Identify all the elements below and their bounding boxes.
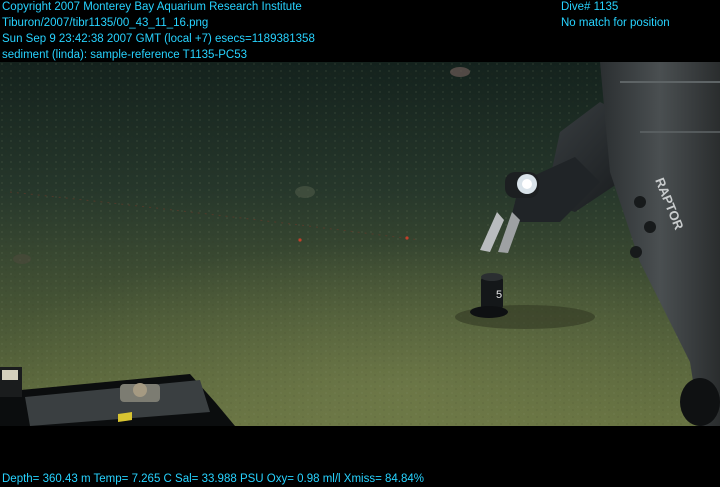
timestamp-line: Sun Sep 9 23:42:38 2007 GMT (local +7) e…	[2, 33, 315, 45]
seafloor-video-frame: 5 RAPTOR	[0, 62, 720, 426]
image-path-line: Tiburon/2007/tibr1135/00_43_11_16.png	[2, 17, 209, 29]
red-speck	[298, 238, 302, 242]
vehicle-wheel	[680, 378, 720, 426]
telemetry-readout: Depth= 360.43 m Temp= 7.265 C Sal= 33.98…	[2, 473, 425, 485]
dive-info-block: Dive# 1135 No match for position	[561, 0, 670, 31]
drifting-particle	[13, 254, 31, 264]
sample-reference-line: sediment (linda): sample-reference T1135…	[2, 49, 248, 61]
copyright-line: Copyright 2007 Monterey Bay Aquarium Res…	[2, 1, 302, 13]
drifting-particle	[450, 67, 470, 77]
red-speck	[405, 236, 409, 240]
marker-number-label: 5	[496, 289, 502, 301]
drifting-particle	[295, 186, 315, 198]
header-info-block: Copyright 2007 Monterey Bay Aquarium Res…	[2, 0, 315, 63]
position-status: No match for position	[561, 17, 670, 29]
dive-number: Dive# 1135	[561, 1, 619, 13]
